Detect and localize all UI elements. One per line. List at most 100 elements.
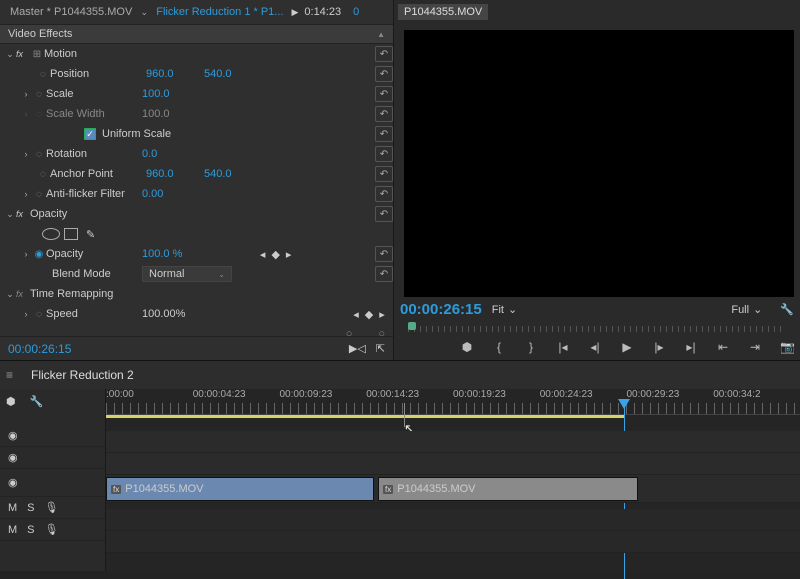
play-button[interactable]: ▶ xyxy=(620,340,634,354)
rect-mask-icon[interactable] xyxy=(64,228,78,240)
chevron-down-icon[interactable]: ⌄ xyxy=(138,7,150,18)
step-forward-button[interactable]: |▸ xyxy=(652,340,666,354)
master-clip-tab[interactable]: Master * P1044355.MOV xyxy=(4,3,138,21)
uniform-scale-row[interactable]: ✓ Uniform Scale ↶ xyxy=(0,124,393,144)
scale-width-row[interactable]: › ◌ Scale Width 100.0 ↶ xyxy=(0,104,393,124)
chevron-right-icon[interactable]: › xyxy=(20,249,32,259)
mic-icon[interactable]: 🎙 xyxy=(45,523,59,536)
wrench-icon[interactable]: 🔧 xyxy=(30,395,44,408)
stopwatch-icon[interactable]: ◌ xyxy=(32,309,46,320)
opacity-value[interactable]: 100.0 % xyxy=(142,248,182,260)
track-a2-header[interactable]: M S 🎙 xyxy=(0,519,105,541)
time-remap-group[interactable]: ⌄ fx Time Remapping xyxy=(0,284,393,304)
mute-button[interactable]: M xyxy=(8,502,17,514)
ellipse-mask-icon[interactable] xyxy=(42,228,60,240)
position-x[interactable]: 960.0 xyxy=(146,68,186,80)
reset-icon[interactable]: ↶ xyxy=(375,266,393,282)
mini-timeline-ruler[interactable] xyxy=(408,326,786,332)
step-back-button[interactable]: ◂| xyxy=(588,340,602,354)
circle-handle-icon[interactable]: ○ xyxy=(378,328,385,336)
time-ruler[interactable]: :00:00 00:00:04:23 00:00:09:23 00:00:14:… xyxy=(106,389,800,419)
scale-row[interactable]: › ◌ Scale 100.0 ↶ xyxy=(0,84,393,104)
reset-icon[interactable]: ↶ xyxy=(375,126,393,142)
blend-row[interactable]: Blend Mode Normal ⌄ ↶ xyxy=(0,264,393,284)
insert-button[interactable]: ⇤ xyxy=(716,340,730,354)
video-track-1[interactable]: fx P1044355.MOV fx P1044355.MOV xyxy=(106,475,800,503)
chevron-down-icon[interactable]: ⌄ xyxy=(4,209,16,220)
export-icon[interactable]: ⇱ xyxy=(376,342,385,355)
stopwatch-icon[interactable]: ◌ xyxy=(32,189,46,200)
audio-track-1[interactable] xyxy=(106,509,800,531)
reset-icon[interactable]: ↶ xyxy=(375,246,393,262)
stopwatch-on-icon[interactable]: ◉ xyxy=(32,249,46,260)
video-track-2[interactable] xyxy=(106,453,800,475)
reset-icon[interactable]: ↶ xyxy=(375,206,393,222)
stopwatch-icon[interactable]: ◌ xyxy=(32,149,46,160)
program-timecode[interactable]: 00:00:26:15 xyxy=(400,301,482,318)
circle-handle-icon[interactable]: ○ xyxy=(346,328,353,336)
chevron-down-icon[interactable]: ⌄ xyxy=(4,289,16,300)
wrench-icon[interactable]: 🔧 xyxy=(780,303,794,316)
fx-badge-icon[interactable]: fx xyxy=(16,49,30,59)
solo-button[interactable]: S xyxy=(27,524,34,536)
fx-badge-icon[interactable]: fx xyxy=(16,209,30,219)
rotation-value[interactable]: 0.0 xyxy=(142,148,182,160)
audio-track-2[interactable] xyxy=(106,531,800,553)
scale-value[interactable]: 100.0 xyxy=(142,88,182,100)
eye-icon[interactable]: ◉ xyxy=(8,429,18,442)
overwrite-button[interactable]: ⇥ xyxy=(748,340,762,354)
go-to-out-button[interactable]: ▸| xyxy=(684,340,698,354)
reset-icon[interactable]: ↶ xyxy=(375,46,393,62)
video-effects-header[interactable]: Video Effects ▲ xyxy=(0,24,393,44)
mark-out-button[interactable]: } xyxy=(524,340,538,354)
reset-icon[interactable]: ↶ xyxy=(375,86,393,102)
keyframe-nav[interactable]: ◂◆▸ xyxy=(258,248,294,261)
reset-icon[interactable]: ↶ xyxy=(375,186,393,202)
snap-icon[interactable]: ⬢ xyxy=(6,395,16,408)
clip[interactable]: fx P1044355.MOV xyxy=(378,477,638,501)
resolution-dropdown[interactable]: Full ⌄ xyxy=(731,303,762,316)
effect-tab[interactable]: Flicker Reduction 1 * P1... xyxy=(150,3,289,21)
mute-button[interactable]: M xyxy=(8,524,17,536)
video-track-3[interactable] xyxy=(106,431,800,453)
panel-menu-icon[interactable]: ≡ xyxy=(6,368,13,382)
mark-in-button[interactable]: { xyxy=(492,340,506,354)
anchor-y[interactable]: 540.0 xyxy=(204,168,244,180)
track-v1-header[interactable]: ◉ xyxy=(0,469,105,497)
chevron-right-icon[interactable]: › xyxy=(20,149,32,159)
transform-icon[interactable]: ⊞ xyxy=(30,49,44,60)
anchor-row[interactable]: ◌ Anchor Point 960.0 540.0 ↶ xyxy=(0,164,393,184)
stopwatch-icon[interactable]: ◌ xyxy=(36,169,50,180)
stopwatch-icon[interactable]: ◌ xyxy=(36,69,50,80)
track-v3-header[interactable]: ◉ xyxy=(0,425,105,447)
sequence-name[interactable]: Flicker Reduction 2 xyxy=(31,368,134,382)
rotation-row[interactable]: › ◌ Rotation 0.0 ↶ xyxy=(0,144,393,164)
track-a1-header[interactable]: M S 🎙 xyxy=(0,497,105,519)
solo-button[interactable]: S xyxy=(27,502,34,514)
reset-icon[interactable]: ↶ xyxy=(375,66,393,82)
uniform-scale-checkbox[interactable]: ✓ xyxy=(84,128,96,140)
footer-timecode[interactable]: 00:00:26:15 xyxy=(8,342,71,356)
export-frame-button[interactable]: 📷 xyxy=(780,340,794,354)
chevron-right-icon[interactable]: › xyxy=(20,309,32,319)
keyframe-nav[interactable]: ◂◆▸ xyxy=(351,308,387,321)
chevron-right-icon[interactable]: › xyxy=(20,109,32,119)
opacity-group[interactable]: ⌄ fx Opacity ↶ xyxy=(0,204,393,224)
play-icon[interactable]: ▶ xyxy=(291,7,298,18)
stopwatch-icon[interactable]: ◌ xyxy=(32,89,46,100)
clip-selected[interactable]: fx P1044355.MOV xyxy=(106,477,374,501)
eye-icon[interactable]: ◉ xyxy=(8,451,18,464)
timeline-tracks[interactable]: :00:00 00:00:04:23 00:00:09:23 00:00:14:… xyxy=(106,389,800,571)
eye-icon[interactable]: ◉ xyxy=(8,476,18,489)
mic-icon[interactable]: 🎙 xyxy=(45,501,59,514)
source-clip-tab[interactable]: P1044355.MOV xyxy=(398,4,488,20)
add-marker-button[interactable]: ⬢ xyxy=(460,340,474,354)
anchor-x[interactable]: 960.0 xyxy=(146,168,186,180)
position-row[interactable]: ◌ Position 960.0 540.0 ↶ xyxy=(0,64,393,84)
go-to-in-button[interactable]: |◂ xyxy=(556,340,570,354)
reset-icon[interactable]: ↶ xyxy=(375,106,393,122)
motion-group[interactable]: ⌄ fx ⊞ Motion ↶ xyxy=(0,44,393,64)
speed-row[interactable]: › ◌ Speed 100.00% ◂◆▸ xyxy=(0,304,393,324)
antiflicker-value[interactable]: 0.00 xyxy=(142,188,182,200)
pen-mask-icon[interactable]: ✎ xyxy=(86,228,95,241)
